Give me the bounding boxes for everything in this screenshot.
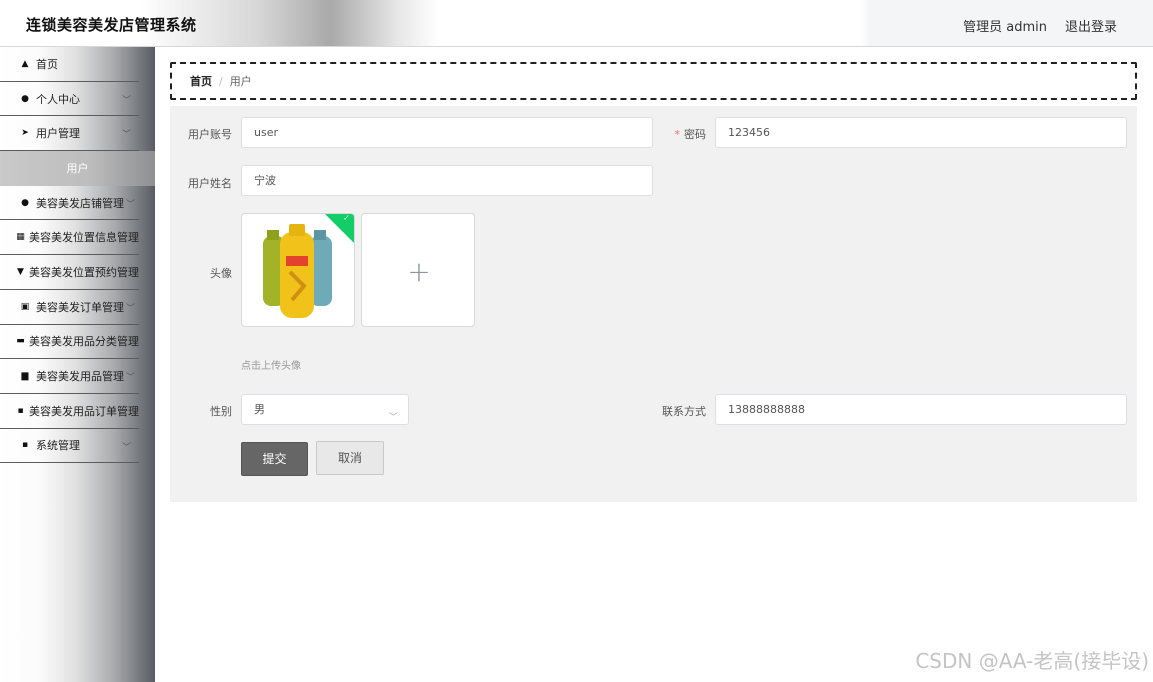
sidebar-item-location-info[interactable]: ▦ 美容美发位置信息管理	[0, 220, 139, 256]
sidebar-item-home[interactable]: ▲ 首页	[0, 47, 139, 82]
chevron-down-icon: ﹀	[121, 442, 131, 453]
password-label-text: 密码	[684, 128, 706, 141]
home-icon: ▲	[21, 58, 29, 69]
cancel-button[interactable]: 取消	[316, 441, 384, 475]
apps-icon: ▪	[17, 405, 24, 416]
send-icon: ➤	[21, 128, 29, 139]
sidebar-item-label: 美容美发位置预约管理	[29, 265, 139, 279]
shampoo-bottles-image	[263, 224, 332, 318]
breadcrumb-current: 用户	[229, 75, 252, 88]
sidebar-item-label: 首页	[36, 57, 58, 71]
gender-select-value: 男	[254, 403, 265, 416]
user-form-panel: 用户账号 user * 密码 123456 用户姓名 宁波 头像 ✓ + 点击上传…	[170, 106, 1137, 502]
password-input[interactable]: 123456	[715, 117, 1127, 148]
breadcrumb-separator: /	[219, 74, 223, 88]
avatar-preview-card[interactable]: ✓	[241, 213, 355, 327]
screen-icon: ▬	[16, 336, 25, 347]
sidebar-item-label: 美容美发位置信息管理	[29, 231, 139, 245]
watermark: CSDN @AA-老高(接毕设)	[915, 649, 1149, 673]
apps-icon: ▪	[21, 440, 29, 451]
sidebar-item-order-management[interactable]: ▣ 美容美发订单管理 ﹀	[0, 290, 139, 325]
briefcase-icon: ▆	[21, 371, 29, 382]
top-header: 连锁美容美发店管理系统 管理员 admin 退出登录	[0, 0, 1153, 47]
breadcrumb-home[interactable]: 首页	[190, 73, 212, 89]
chevron-down-icon: ﹀	[125, 373, 135, 384]
sidebar-item-label: 系统管理	[36, 439, 80, 453]
sidebar-item-label: 美容美发用品管理	[36, 370, 124, 384]
submit-button[interactable]: 提交	[241, 442, 308, 476]
gender-label: 性别	[210, 405, 232, 418]
name-input[interactable]: 宁波	[241, 165, 653, 196]
name-label: 用户姓名	[188, 177, 232, 190]
sidebar-item-label: 美容美发订单管理	[36, 300, 124, 314]
sidebar-item-label: 个人中心	[36, 92, 80, 106]
account-input[interactable]: user	[241, 117, 653, 148]
pin-icon: ●	[21, 197, 29, 208]
sidebar-item-supply-management[interactable]: ▆ 美容美发用品管理 ﹀	[0, 359, 139, 394]
sidebar-item-label: 美容美发用品分类管理	[29, 335, 139, 349]
user-icon: ●	[21, 93, 29, 104]
sidebar-item-location-booking[interactable]: ▼ 美容美发位置预约管理	[0, 255, 139, 290]
sidebar-item-label: 用户	[66, 162, 89, 176]
plus-icon: +	[407, 254, 431, 288]
avatar-label: 头像	[210, 267, 232, 280]
sidebar-item-personal-center[interactable]: ● 个人中心 ﹀	[0, 82, 139, 117]
phone-label: 联系方式	[662, 405, 706, 418]
account-label: 用户账号	[188, 128, 232, 141]
breadcrumb: 首页 / 用户	[170, 62, 1137, 100]
avatar-upload-button[interactable]: +	[361, 213, 475, 327]
sidebar-item-supply-category[interactable]: ▬ 美容美发用品分类管理	[0, 325, 139, 360]
header-user-area: 管理员 admin 退出登录	[963, 16, 1117, 35]
cup-icon: ▼	[17, 266, 24, 277]
phone-input[interactable]: 13888888888	[715, 394, 1127, 425]
admin-user-label[interactable]: 管理员 admin	[963, 16, 1047, 35]
sidebar-item-system-management[interactable]: ▪ 系统管理 ﹀	[0, 429, 139, 464]
sidebar-item-label: 美容美发店铺管理	[36, 196, 124, 210]
sidebar-subitem-user[interactable]: 用户	[0, 151, 155, 186]
sidebar-item-label: 用户管理	[36, 127, 80, 141]
chevron-down-icon: ﹀	[125, 199, 135, 210]
password-label: * 密码	[674, 128, 707, 141]
sidebar-item-shop-management[interactable]: ● 美容美发店铺管理 ﹀	[0, 186, 139, 221]
logout-link[interactable]: 退出登录	[1065, 16, 1117, 35]
chevron-down-icon: ﹀	[121, 130, 131, 141]
app-title: 连锁美容美发店管理系统	[26, 16, 197, 34]
sidebar-item-user-management[interactable]: ➤ 用户管理 ﹀	[0, 116, 139, 152]
sidebar-item-supply-orders[interactable]: ▪ 美容美发用品订单管理	[0, 394, 139, 429]
sidebar-menu: ▲ 首页 ● 个人中心 ﹀ ➤ 用户管理 ﹀ 用户 ● 美容美发店铺管理 ﹀ ▦…	[0, 47, 155, 682]
chevron-down-icon: ﹀	[121, 95, 131, 106]
clipboard-icon: ▣	[20, 301, 30, 312]
upload-tip: 点击上传头像	[241, 361, 301, 372]
grid-icon: ▦	[16, 232, 25, 243]
chevron-down-icon: ﹀	[125, 303, 135, 314]
chevron-down-icon: ﹀	[388, 413, 398, 423]
gender-select[interactable]: 男 ﹀	[241, 394, 409, 425]
sidebar-item-label: 美容美发用品订单管理	[29, 404, 139, 418]
